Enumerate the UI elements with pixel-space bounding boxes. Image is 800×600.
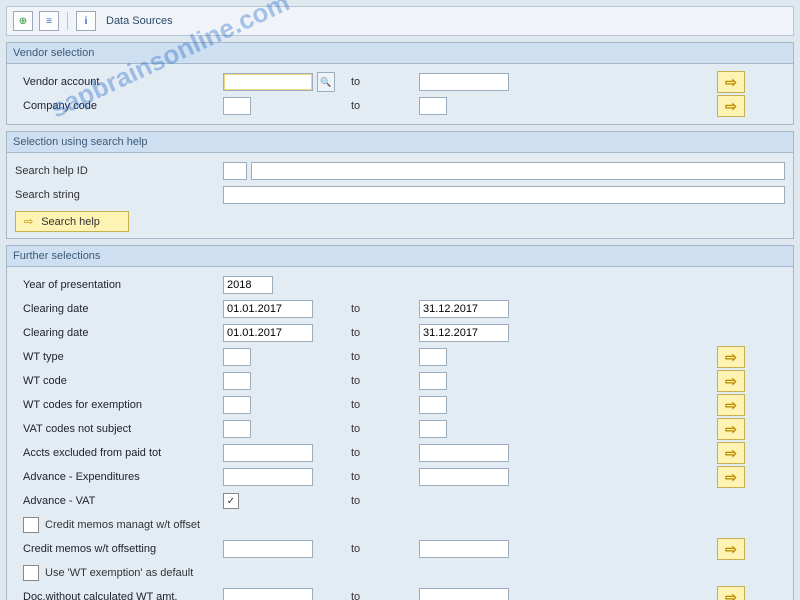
- multiple-selection-button[interactable]: ⇨: [717, 442, 745, 464]
- advance-vat-checkbox[interactable]: ✓: [223, 493, 239, 509]
- further-selections-panel: Further selections Year of presentation …: [6, 245, 794, 600]
- advance-exp-to-input[interactable]: [419, 468, 509, 486]
- wt-code-from-input[interactable]: [223, 372, 251, 390]
- to-label: to: [351, 76, 411, 88]
- clearing-date-a-to-input[interactable]: [419, 300, 509, 318]
- search-help-button-label: Search help: [41, 216, 100, 228]
- multiple-selection-button[interactable]: ⇨: [717, 370, 745, 392]
- to-label: to: [351, 351, 411, 363]
- to-label: to: [351, 543, 411, 555]
- credit-memos-wt-from-input[interactable]: [223, 540, 313, 558]
- company-code-to-input[interactable]: [419, 97, 447, 115]
- multiple-selection-button[interactable]: ⇨: [717, 538, 745, 560]
- wt-codes-exemption-to-input[interactable]: [419, 396, 447, 414]
- vendor-selection-panel: Vendor selection Vendor account 🔍 to ⇨ C…: [6, 42, 794, 125]
- credit-memos-offset-label: Credit memos managt w/t offset: [45, 519, 200, 531]
- search-string-input[interactable]: [223, 186, 785, 204]
- search-string-label: Search string: [15, 189, 215, 201]
- wt-type-label: WT type: [15, 351, 215, 363]
- to-label: to: [351, 423, 411, 435]
- wt-codes-exemption-from-input[interactable]: [223, 396, 251, 414]
- search-help-button[interactable]: ⇨ Search help: [15, 211, 129, 232]
- to-label: to: [351, 327, 411, 339]
- multiple-selection-button[interactable]: ⇨: [717, 418, 745, 440]
- to-label: to: [351, 375, 411, 387]
- toolbar: ⊕ ≡ i Data Sources: [6, 6, 794, 36]
- to-label: to: [351, 591, 411, 600]
- vat-codes-ns-label: VAT codes not subject: [15, 423, 215, 435]
- vat-codes-ns-to-input[interactable]: [419, 420, 447, 438]
- to-label: to: [351, 303, 411, 315]
- vendor-account-label: Vendor account: [15, 76, 215, 88]
- search-help-id-short-input[interactable]: [223, 162, 247, 180]
- arrow-right-icon: ⇨: [24, 215, 33, 228]
- advance-vat-label: Advance - VAT: [15, 495, 215, 507]
- to-label: to: [351, 447, 411, 459]
- advance-exp-from-input[interactable]: [223, 468, 313, 486]
- use-wt-exemption-label: Use 'WT exemption' as default: [45, 567, 193, 579]
- company-code-from-input[interactable]: [223, 97, 251, 115]
- clearing-date-b-from-input[interactable]: [223, 324, 313, 342]
- search-help-id-label: Search help ID: [15, 165, 215, 177]
- data-sources-label[interactable]: Data Sources: [102, 15, 173, 27]
- search-help-panel: Selection using search help Search help …: [6, 131, 794, 239]
- accts-excluded-from-input[interactable]: [223, 444, 313, 462]
- clearing-date-b-label: Clearing date: [15, 327, 215, 339]
- multiple-selection-button[interactable]: ⇨: [717, 95, 745, 117]
- search-help-icon[interactable]: 🔍: [317, 72, 335, 92]
- vendor-account-to-input[interactable]: [419, 73, 509, 91]
- to-label: to: [351, 471, 411, 483]
- wt-code-to-input[interactable]: [419, 372, 447, 390]
- info-icon[interactable]: i: [76, 11, 96, 31]
- company-code-label: Company code: [15, 100, 215, 112]
- doc-without-wt-to-input[interactable]: [419, 588, 509, 600]
- clearing-date-a-from-input[interactable]: [223, 300, 313, 318]
- doc-without-wt-label: Doc.without calculated WT amt.: [15, 591, 215, 600]
- credit-memos-offset-checkbox[interactable]: [23, 517, 39, 533]
- credit-memos-wt-label: Credit memos w/t offsetting: [15, 543, 215, 555]
- use-wt-exemption-checkbox[interactable]: [23, 565, 39, 581]
- year-presentation-input[interactable]: [223, 276, 273, 294]
- to-label: to: [351, 495, 411, 507]
- vendor-account-from-input[interactable]: [223, 73, 313, 91]
- doc-without-wt-from-input[interactable]: [223, 588, 313, 600]
- to-label: to: [351, 399, 411, 411]
- year-presentation-label: Year of presentation: [15, 279, 215, 291]
- multiple-selection-button[interactable]: ⇨: [717, 394, 745, 416]
- clearing-date-b-to-input[interactable]: [419, 324, 509, 342]
- to-label: to: [351, 100, 411, 112]
- multiple-selection-button[interactable]: ⇨: [717, 346, 745, 368]
- panel-title-further: Further selections: [7, 246, 793, 267]
- vat-codes-ns-from-input[interactable]: [223, 420, 251, 438]
- execute-icon[interactable]: ⊕: [13, 11, 33, 31]
- multiple-selection-button[interactable]: ⇨: [717, 466, 745, 488]
- panel-title-vendor: Vendor selection: [7, 43, 793, 64]
- wt-type-from-input[interactable]: [223, 348, 251, 366]
- advance-exp-label: Advance - Expenditures: [15, 471, 215, 483]
- wt-code-label: WT code: [15, 375, 215, 387]
- credit-memos-wt-to-input[interactable]: [419, 540, 509, 558]
- panel-title-search: Selection using search help: [7, 132, 793, 153]
- wt-type-to-input[interactable]: [419, 348, 447, 366]
- multiple-selection-button[interactable]: ⇨: [717, 71, 745, 93]
- search-help-id-input[interactable]: [251, 162, 785, 180]
- multiple-selection-button[interactable]: ⇨: [717, 586, 745, 600]
- get-variant-icon[interactable]: ≡: [39, 11, 59, 31]
- accts-excluded-to-input[interactable]: [419, 444, 509, 462]
- accts-excluded-label: Accts excluded from paid tot: [15, 447, 215, 459]
- clearing-date-a-label: Clearing date: [15, 303, 215, 315]
- wt-codes-exemption-label: WT codes for exemption: [15, 399, 215, 411]
- toolbar-separator: [67, 12, 68, 30]
